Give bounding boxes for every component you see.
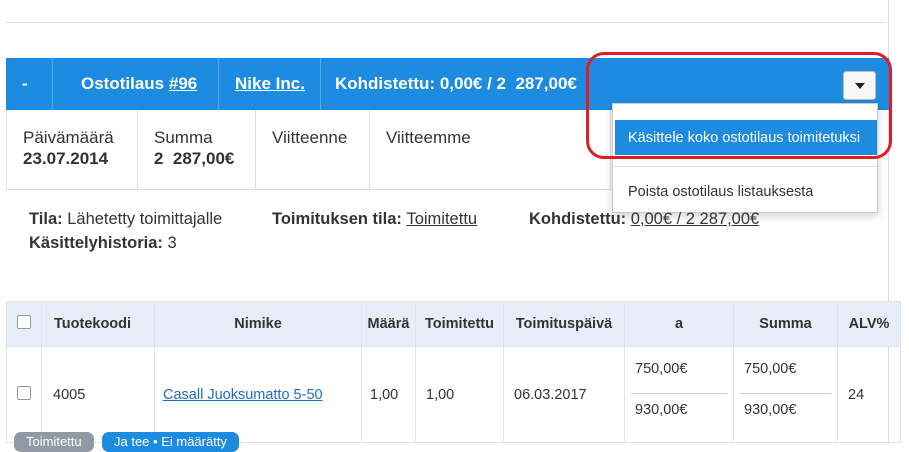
- unit-price-value: 750,00€: [635, 361, 688, 377]
- menu-item-remove-order[interactable]: Poista ostotilaus listauksesta: [628, 184, 813, 200]
- quantity: 1,00: [361, 346, 416, 443]
- col-unit-price[interactable]: a: [624, 301, 734, 347]
- vat-value: 24: [837, 346, 901, 443]
- menu-divider: [613, 166, 877, 167]
- col-vat[interactable]: ALV%: [837, 301, 901, 347]
- row-select-cell: [6, 346, 42, 443]
- row-checkbox[interactable]: [17, 385, 31, 400]
- product-name-cell: Casall Juoksumatto 5-50: [154, 346, 362, 443]
- col-delivered[interactable]: Toimitettu: [415, 301, 504, 347]
- col-product-code[interactable]: Tuotekoodi: [41, 301, 155, 347]
- col-delivery-date[interactable]: Toimituspäivä: [503, 301, 625, 347]
- top-divider: [6, 0, 886, 23]
- allocated-summary: Kohdistettu: 0,00€ / 2 287,00€: [335, 74, 577, 93]
- unit-price-cell: 750,00€ 930,00€: [624, 346, 734, 443]
- sum-value: 750,00€: [744, 361, 797, 377]
- order-state: Tila: Lähetetty toimittajalle: [29, 210, 223, 228]
- delivery-state: Toimituksen tila: Toimitettu: [272, 210, 478, 228]
- delivered-button[interactable]: Toimitettu: [14, 432, 94, 452]
- delivery-date: 06.03.2017: [503, 346, 625, 443]
- order-items-table: Tuotekoodi Nimike Määrä Toimitettu Toimi…: [6, 301, 901, 443]
- product-code: 4005: [41, 346, 155, 443]
- order-number-link[interactable]: #96: [169, 74, 197, 94]
- table-row: 4005 Casall Juoksumatto 5-50 1,00 1,00 0…: [6, 346, 901, 443]
- order-title: Ostotilaus #96: [81, 74, 198, 94]
- your-reference-cell: Viitteenne: [256, 110, 370, 189]
- allocation-link[interactable]: 0,00€ / 2 287,00€: [631, 210, 759, 228]
- col-name[interactable]: Nimike: [154, 301, 362, 347]
- date-cell: Päivämäärä 23.07.2014: [7, 110, 138, 189]
- product-name-link[interactable]: Casall Juoksumatto 5-50: [163, 387, 323, 403]
- select-all-header: [6, 301, 42, 347]
- highlight-annotation: [586, 52, 892, 159]
- supplier-link[interactable]: Nike Inc.: [235, 74, 305, 94]
- secondary-action-button[interactable]: Ja tee • Ei määrätty: [102, 432, 239, 452]
- processing-history: Käsittelyhistoria: 3: [29, 234, 177, 252]
- col-quantity[interactable]: Määrä: [361, 301, 416, 347]
- sum-alt: 930,00€: [744, 402, 797, 418]
- col-sum[interactable]: Summa: [733, 301, 838, 347]
- delivered-quantity: 1,00: [415, 346, 504, 443]
- allocation-state: Kohdistettu: 0,00€ / 2 287,00€: [529, 210, 760, 228]
- collapse-toggle[interactable]: -: [22, 58, 28, 110]
- our-reference-cell: Viitteemme: [386, 128, 471, 147]
- sum-cell: Summa 2 287,00€: [138, 110, 256, 189]
- unit-price-alt: 930,00€: [635, 402, 688, 418]
- table-header-row: Tuotekoodi Nimike Määrä Toimitettu Toimi…: [6, 301, 901, 347]
- order-info-panel: Päivämäärä 23.07.2014 Summa 2 287,00€ Vi…: [6, 110, 611, 190]
- select-all-checkbox[interactable]: [17, 315, 31, 329]
- sum-cell: 750,00€ 930,00€: [733, 346, 838, 443]
- delivery-state-link[interactable]: Toimitettu: [406, 210, 477, 228]
